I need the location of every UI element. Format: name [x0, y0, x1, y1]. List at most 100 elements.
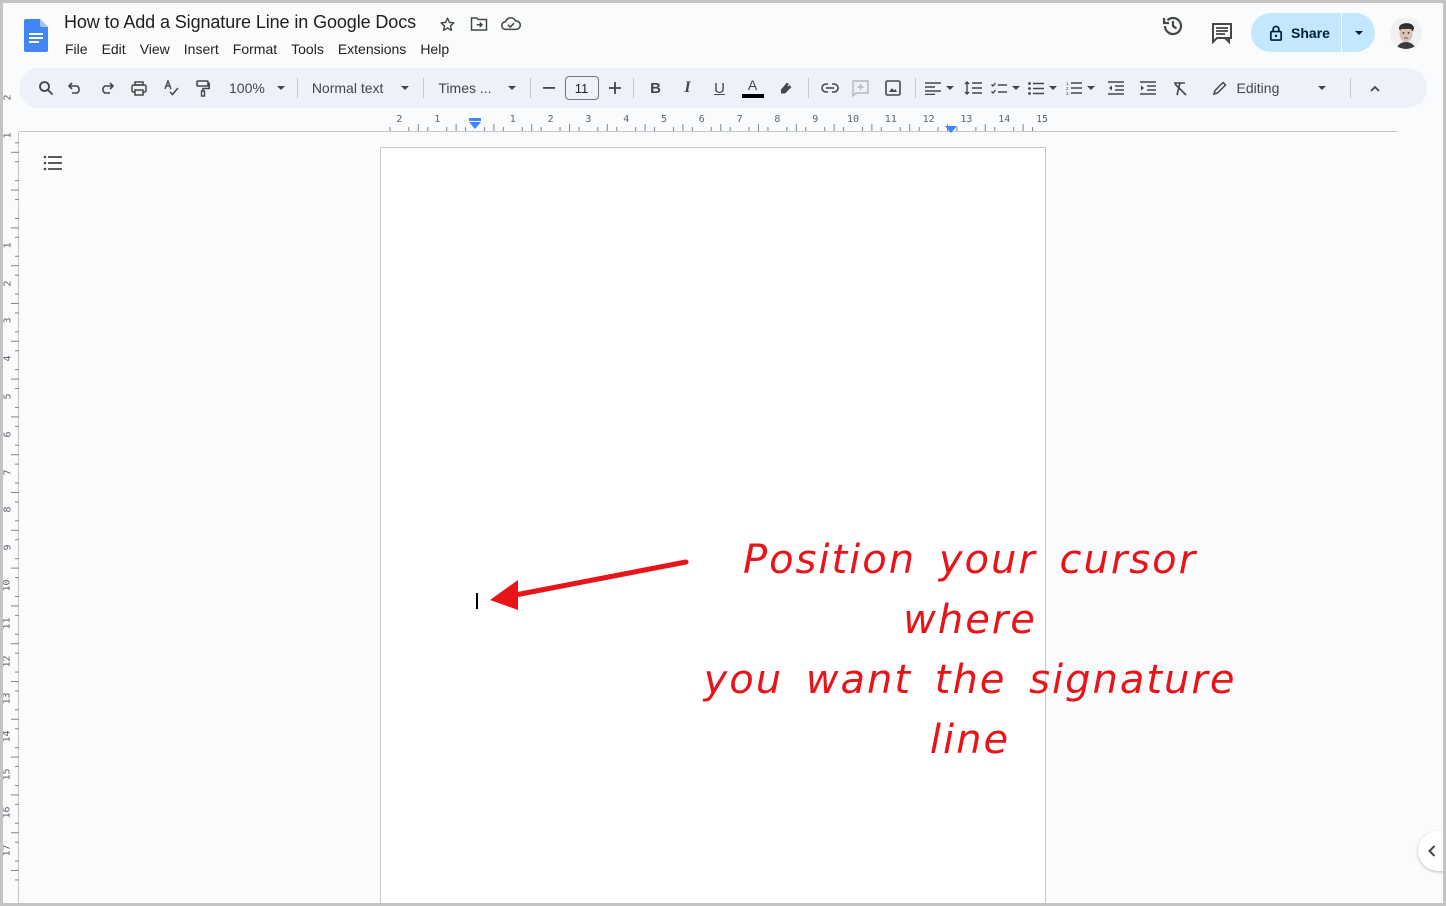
editing-mode-select[interactable]: Editing	[1206, 74, 1332, 102]
version-history-icon[interactable]	[1161, 14, 1185, 43]
ruler-number: 11	[884, 114, 897, 125]
checklist-icon	[991, 82, 1008, 94]
underline-icon[interactable]: U	[704, 74, 736, 102]
ruler-number: 1	[509, 114, 516, 125]
right-indent-marker[interactable]	[945, 121, 958, 133]
highlight-color-icon[interactable]	[770, 74, 802, 102]
bulleted-list-icon	[1028, 81, 1045, 95]
toolbar-divider	[1349, 78, 1351, 98]
numbered-list-icon: 123	[1066, 81, 1083, 95]
align-left-icon	[925, 81, 942, 95]
insert-image-icon[interactable]	[877, 74, 909, 102]
decrease-font-size-icon[interactable]	[537, 74, 561, 102]
zoom-value: 100%	[229, 80, 265, 96]
ruler-number: 13	[1, 692, 13, 705]
toolbar-divider	[914, 78, 916, 98]
vertical-ruler[interactable]: 2 1 1 2 3 4 5 6 7 8 9 10 11 12 13 14 15 16 17	[1, 95, 19, 906]
user-avatar[interactable]	[1390, 17, 1422, 49]
insert-link-icon[interactable]	[815, 74, 845, 102]
paragraph-style-select[interactable]: Normal text	[304, 74, 418, 102]
annotation-arrow	[490, 559, 689, 610]
clear-formatting-icon[interactable]	[1164, 74, 1196, 102]
add-comment-icon[interactable]	[845, 74, 877, 102]
italic-icon[interactable]: I	[672, 74, 704, 102]
print-icon[interactable]	[123, 74, 155, 102]
ruler-number: 2	[2, 280, 14, 287]
lock-icon	[1269, 25, 1283, 41]
menu-format[interactable]: Format	[226, 40, 284, 58]
chevron-down-icon	[946, 86, 955, 90]
ruler-number: 13	[960, 114, 973, 125]
annotation-line-2: you want the signature	[703, 657, 1237, 703]
ruler-number: 9	[812, 114, 819, 125]
ruler-number: 10	[1, 579, 13, 592]
ruler-number: 5	[661, 114, 668, 125]
ruler-number: 4	[2, 355, 14, 362]
line-spacing-icon[interactable]	[958, 74, 988, 102]
ruler-number: 16	[1, 806, 13, 819]
ruler-number: 2	[396, 114, 403, 125]
menu-insert[interactable]: Insert	[177, 40, 226, 58]
paint-format-icon[interactable]	[187, 74, 219, 102]
spellcheck-icon[interactable]	[155, 74, 187, 102]
increase-font-size-icon[interactable]	[603, 74, 627, 102]
menu-edit[interactable]: Edit	[95, 40, 133, 58]
google-docs-icon[interactable]	[24, 19, 48, 52]
hide-menus-chevron-up-icon[interactable]	[1359, 74, 1391, 102]
document-title[interactable]: How to Add a Signature Line in Google Do…	[64, 12, 416, 33]
share-dropdown-button[interactable]	[1342, 30, 1375, 35]
menu-bar: File Edit View Insert Format Tools Exten…	[58, 40, 456, 58]
zoom-select[interactable]: 100%	[223, 74, 291, 102]
font-size-input[interactable]: 11	[564, 76, 599, 100]
decrease-indent-icon[interactable]	[1100, 74, 1132, 102]
align-select[interactable]	[922, 74, 958, 102]
ruler-number: 6	[698, 114, 705, 125]
pencil-icon	[1212, 80, 1227, 95]
toolbar: 100% Normal text Times ... 11 B I U A 1 …	[19, 68, 1427, 108]
ruler-number: 14	[1, 730, 13, 743]
bold-icon[interactable]: B	[640, 74, 672, 102]
left-indent-marker[interactable]	[469, 117, 481, 129]
document-page[interactable]	[380, 147, 1046, 906]
numbered-list-select[interactable]: 123	[1062, 74, 1100, 102]
star-icon[interactable]	[437, 14, 457, 34]
ruler-number: 15	[1036, 114, 1049, 125]
menu-file[interactable]: File	[58, 40, 95, 58]
menu-help[interactable]: Help	[413, 40, 456, 58]
redo-icon[interactable]	[91, 74, 123, 102]
toolbar-divider	[807, 78, 809, 98]
share-button[interactable]: Share	[1251, 13, 1341, 52]
increase-indent-icon[interactable]	[1132, 74, 1164, 102]
undo-icon[interactable]	[59, 74, 91, 102]
share-button-group: Share	[1251, 13, 1375, 52]
ruler-number: 1	[2, 242, 14, 249]
horizontal-ruler-ticks	[389, 124, 1034, 131]
annotation-line-3: line	[929, 717, 1011, 763]
toolbar-divider	[529, 78, 531, 98]
document-outline-icon[interactable]	[43, 155, 65, 175]
checklist-select[interactable]	[988, 74, 1024, 102]
bulleted-list-select[interactable]	[1024, 74, 1062, 102]
annotation-text: Position your cursor where you want the …	[690, 530, 1250, 770]
ruler-number: 14	[998, 114, 1011, 125]
menu-view[interactable]: View	[133, 40, 177, 58]
ruler-number: 17	[1, 844, 13, 857]
cloud-saved-icon[interactable]	[501, 14, 521, 34]
horizontal-ruler-baseline	[19, 131, 1397, 132]
menu-tools[interactable]: Tools	[284, 40, 331, 58]
ruler-number: 10	[847, 114, 860, 125]
text-color-icon[interactable]: A	[736, 74, 770, 102]
ruler-number: 1	[2, 132, 14, 139]
chevron-down-icon	[1012, 86, 1021, 90]
ruler-number: 12	[922, 114, 935, 125]
chevron-down-icon	[401, 86, 410, 90]
move-to-folder-icon[interactable]	[469, 14, 489, 34]
side-panel-toggle[interactable]	[1418, 831, 1446, 871]
ruler-number: 12	[1, 655, 13, 668]
font-select[interactable]: Times ...	[430, 74, 523, 102]
comments-icon[interactable]	[1211, 22, 1233, 49]
ruler-number: 4	[623, 114, 630, 125]
search-menus-icon[interactable]	[33, 74, 59, 102]
horizontal-ruler[interactable]: 2 1 1 2 3 4 5 6 7 8 9 10 11 12 13 14 15	[380, 113, 1049, 133]
menu-extensions[interactable]: Extensions	[331, 40, 413, 58]
